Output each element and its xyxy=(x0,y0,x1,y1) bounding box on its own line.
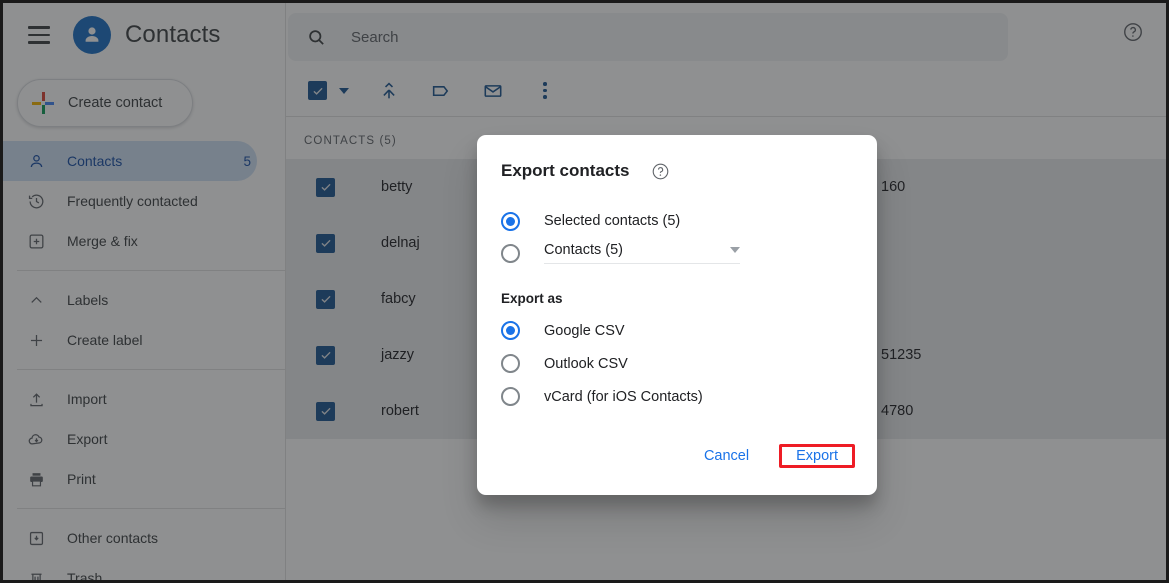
radio-selected-contacts[interactable]: Selected contacts (5) xyxy=(501,205,853,237)
radio-button-on-icon xyxy=(501,211,520,231)
radio-outlook-csv[interactable]: Outlook CSV xyxy=(501,347,853,380)
contacts-group-select[interactable]: Contacts (5) xyxy=(544,242,740,264)
dialog-actions: Cancel Export xyxy=(692,439,855,473)
cancel-button[interactable]: Cancel xyxy=(692,439,761,473)
export-scope-group: Selected contacts (5) Contacts (5) xyxy=(501,205,853,269)
radio-vcard[interactable]: vCard (for iOS Contacts) xyxy=(501,380,853,413)
radio-button-on-icon xyxy=(501,321,520,340)
export-as-label: Export as xyxy=(501,291,563,306)
radio-button-off-icon xyxy=(501,243,520,263)
export-button-highlight: Export xyxy=(779,444,855,468)
chevron-down-icon xyxy=(730,247,740,253)
radio-button-off-icon xyxy=(501,387,520,406)
dialog-title: Export contacts xyxy=(501,161,630,180)
select-value: Contacts (5) xyxy=(544,242,623,258)
screenshot-frame: Contacts Create contact Contacts 5 xyxy=(0,0,1169,583)
contacts-app: Contacts Create contact Contacts 5 xyxy=(3,3,1166,580)
radio-all-contacts[interactable]: Contacts (5) xyxy=(501,237,853,269)
radio-button-off-icon xyxy=(501,354,520,373)
export-button[interactable]: Export xyxy=(784,439,850,473)
radio-label: Selected contacts (5) xyxy=(544,213,681,229)
radio-label: Google CSV xyxy=(544,322,625,339)
dialog-header: Export contacts xyxy=(501,161,853,181)
help-circle-icon[interactable] xyxy=(651,162,670,181)
radio-label: vCard (for iOS Contacts) xyxy=(544,388,703,405)
export-contacts-dialog: Export contacts Selected contacts (5) Co… xyxy=(477,135,877,495)
export-format-group: Google CSV Outlook CSV vCard (for iOS Co… xyxy=(501,314,853,413)
radio-label: Outlook CSV xyxy=(544,355,628,372)
radio-google-csv[interactable]: Google CSV xyxy=(501,314,853,347)
